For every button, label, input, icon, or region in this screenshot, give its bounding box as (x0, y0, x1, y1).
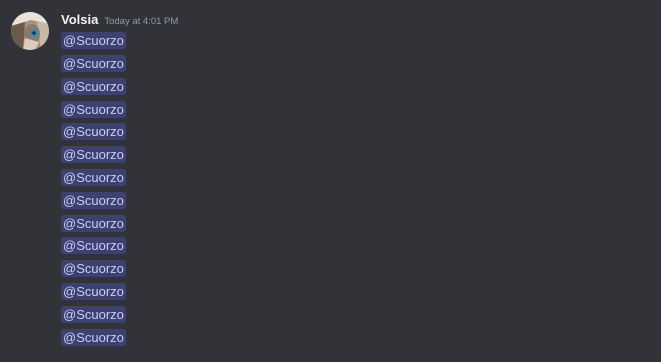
message-line: @Scuorzo (61, 53, 126, 76)
message-line: @Scuorzo (61, 304, 126, 327)
message-line: @Scuorzo (61, 98, 126, 121)
user-mention[interactable]: @Scuorzo (61, 32, 126, 50)
user-mention[interactable]: @Scuorzo (61, 100, 126, 118)
timestamp[interactable]: Today at 4:01 PM (104, 13, 178, 31)
user-mention[interactable]: @Scuorzo (61, 260, 126, 278)
user-mention[interactable]: @Scuorzo (61, 123, 126, 141)
message-line: @Scuorzo (61, 258, 126, 281)
user-mention[interactable]: @Scuorzo (61, 55, 126, 73)
user-mention[interactable]: @Scuorzo (61, 169, 126, 187)
user-mention[interactable]: @Scuorzo (61, 191, 126, 209)
user-mention[interactable]: @Scuorzo (61, 77, 126, 95)
username[interactable]: Volsia (61, 11, 98, 29)
user-mention[interactable]: @Scuorzo (61, 328, 126, 346)
avatar-image (11, 12, 49, 50)
message-line: @Scuorzo (61, 326, 126, 349)
message-line: @Scuorzo (61, 190, 126, 213)
chat-message: Volsia Today at 4:01 PM @Scuorzo @Scuorzo… (0, 0, 661, 362)
user-mention[interactable]: @Scuorzo (61, 305, 126, 323)
message-line: @Scuorzo (61, 121, 126, 144)
message-line: @Scuorzo (61, 281, 126, 304)
message-content: @Scuorzo @Scuorzo @Scuorzo @Scuorzo @Scu… (61, 30, 126, 349)
user-mention[interactable]: @Scuorzo (61, 214, 126, 232)
message-header: Volsia Today at 4:01 PM (61, 11, 178, 31)
chat-area: Volsia Today at 4:01 PM @Scuorzo @Scuorzo… (0, 0, 661, 362)
message-line: @Scuorzo (61, 76, 126, 99)
message-line: @Scuorzo (61, 30, 126, 53)
user-mention[interactable]: @Scuorzo (61, 237, 126, 255)
user-mention[interactable]: @Scuorzo (61, 146, 126, 164)
message-line: @Scuorzo (61, 144, 126, 167)
avatar[interactable] (11, 12, 49, 50)
message-line: @Scuorzo (61, 167, 126, 190)
message-line: @Scuorzo (61, 212, 126, 235)
user-mention[interactable]: @Scuorzo (61, 283, 126, 301)
message-line: @Scuorzo (61, 235, 126, 258)
